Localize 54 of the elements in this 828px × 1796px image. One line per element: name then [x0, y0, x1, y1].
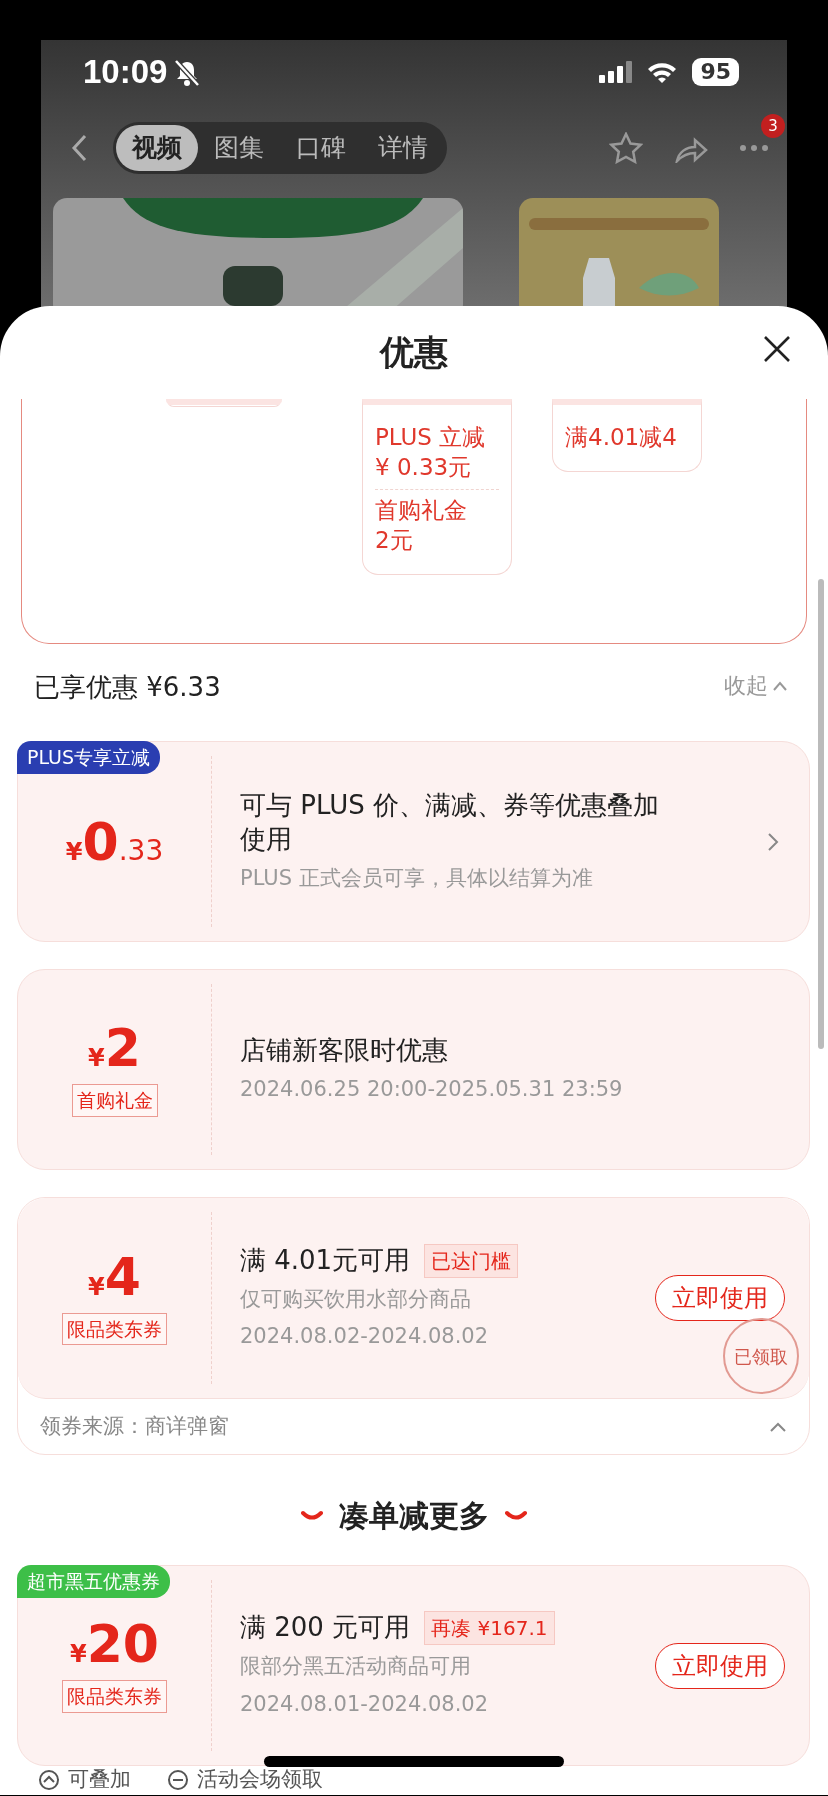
use-now-button[interactable]: 立即使用: [655, 1642, 785, 1689]
signal-icon: [599, 61, 633, 83]
coupon-badge: PLUS专享立减: [17, 741, 161, 774]
tab[interactable]: 口碑: [280, 125, 362, 171]
coupon-amount: ¥4: [88, 1250, 141, 1303]
more-icon[interactable]: [739, 144, 769, 152]
coupon-type-tag: 限品类东券: [62, 1680, 167, 1713]
coupon-description: PLUS 正式会员可享，具体以结算为准: [240, 864, 594, 892]
validity-dates: 2024.08.02-2024.08.02: [240, 1323, 490, 1350]
feature-label: 可叠加: [68, 1766, 131, 1793]
coupon-amount: ¥20: [69, 1618, 160, 1671]
validity-dates: 2024.06.25 20:00-2025.05.31 23:59: [240, 1075, 624, 1103]
section-title: 凑单减更多: [339, 1496, 489, 1535]
coupon-type-tag: 限品类东券: [62, 1312, 167, 1346]
feature-label: 活动会场领取: [197, 1766, 323, 1793]
star-icon[interactable]: [609, 132, 643, 164]
coupon-amount: ¥2: [88, 1022, 141, 1075]
notification-badge: 3: [761, 114, 785, 138]
chevron-up-icon: [772, 679, 788, 692]
coupon-badge: 超市黑五优惠券: [17, 1565, 170, 1598]
battery-level: 95: [692, 58, 739, 86]
savings-total: 已享优惠 ¥6.33: [34, 671, 221, 704]
use-now-button[interactable]: 立即使用: [655, 1275, 785, 1321]
chevron-circle-icon: [38, 1768, 60, 1791]
sheet-title: 优惠: [380, 331, 448, 374]
threshold-tag: 已达门槛: [424, 1243, 519, 1278]
close-button[interactable]: [762, 334, 792, 364]
tab[interactable]: 视频: [116, 125, 198, 171]
discount-label: 首购礼金 2元: [375, 488, 499, 562]
coupon-title: 可与 PLUS 价、满减、券等优惠叠加使用: [240, 788, 660, 856]
chevron-up-icon[interactable]: [769, 1420, 787, 1433]
discount-label: 满4.01减4: [565, 423, 678, 452]
coupon-amount: ¥0.33: [65, 815, 164, 868]
smile-accent-icon: [505, 1510, 527, 1520]
clock-time: 10:09: [83, 52, 168, 93]
wifi-icon: [646, 60, 679, 84]
coupon-title: 满 4.01元可用: [240, 1243, 411, 1277]
coupon-title: 满 200 元可用: [240, 1611, 411, 1645]
tab[interactable]: 详情: [362, 125, 444, 171]
discount-label: PLUS 立减 ¥ 0.33元: [375, 423, 487, 482]
validity-dates: 2024.08.01-2024.08.02: [240, 1690, 490, 1718]
coupon-source: 领券来源：商详弹窗: [40, 1412, 229, 1440]
bell-off-icon: [173, 57, 202, 87]
coupon-description: 限部分黑五活动商品可用: [240, 1653, 472, 1680]
threshold-tag: 再凑 ¥167.1: [424, 1611, 555, 1645]
back-icon[interactable]: [71, 134, 89, 162]
claimed-stamp: 已领取: [723, 1318, 799, 1394]
tab[interactable]: 图集: [198, 125, 280, 171]
chevron-right-icon[interactable]: [767, 831, 779, 852]
coupon-title: 店铺新客限时优惠: [240, 1033, 448, 1067]
minus-circle-icon: [167, 1768, 189, 1791]
smile-accent-icon: [301, 1510, 323, 1520]
coupon-type-tag: 首购礼金: [71, 1084, 158, 1117]
coupon-description: 仅可购买饮用水部分商品: [240, 1285, 472, 1313]
